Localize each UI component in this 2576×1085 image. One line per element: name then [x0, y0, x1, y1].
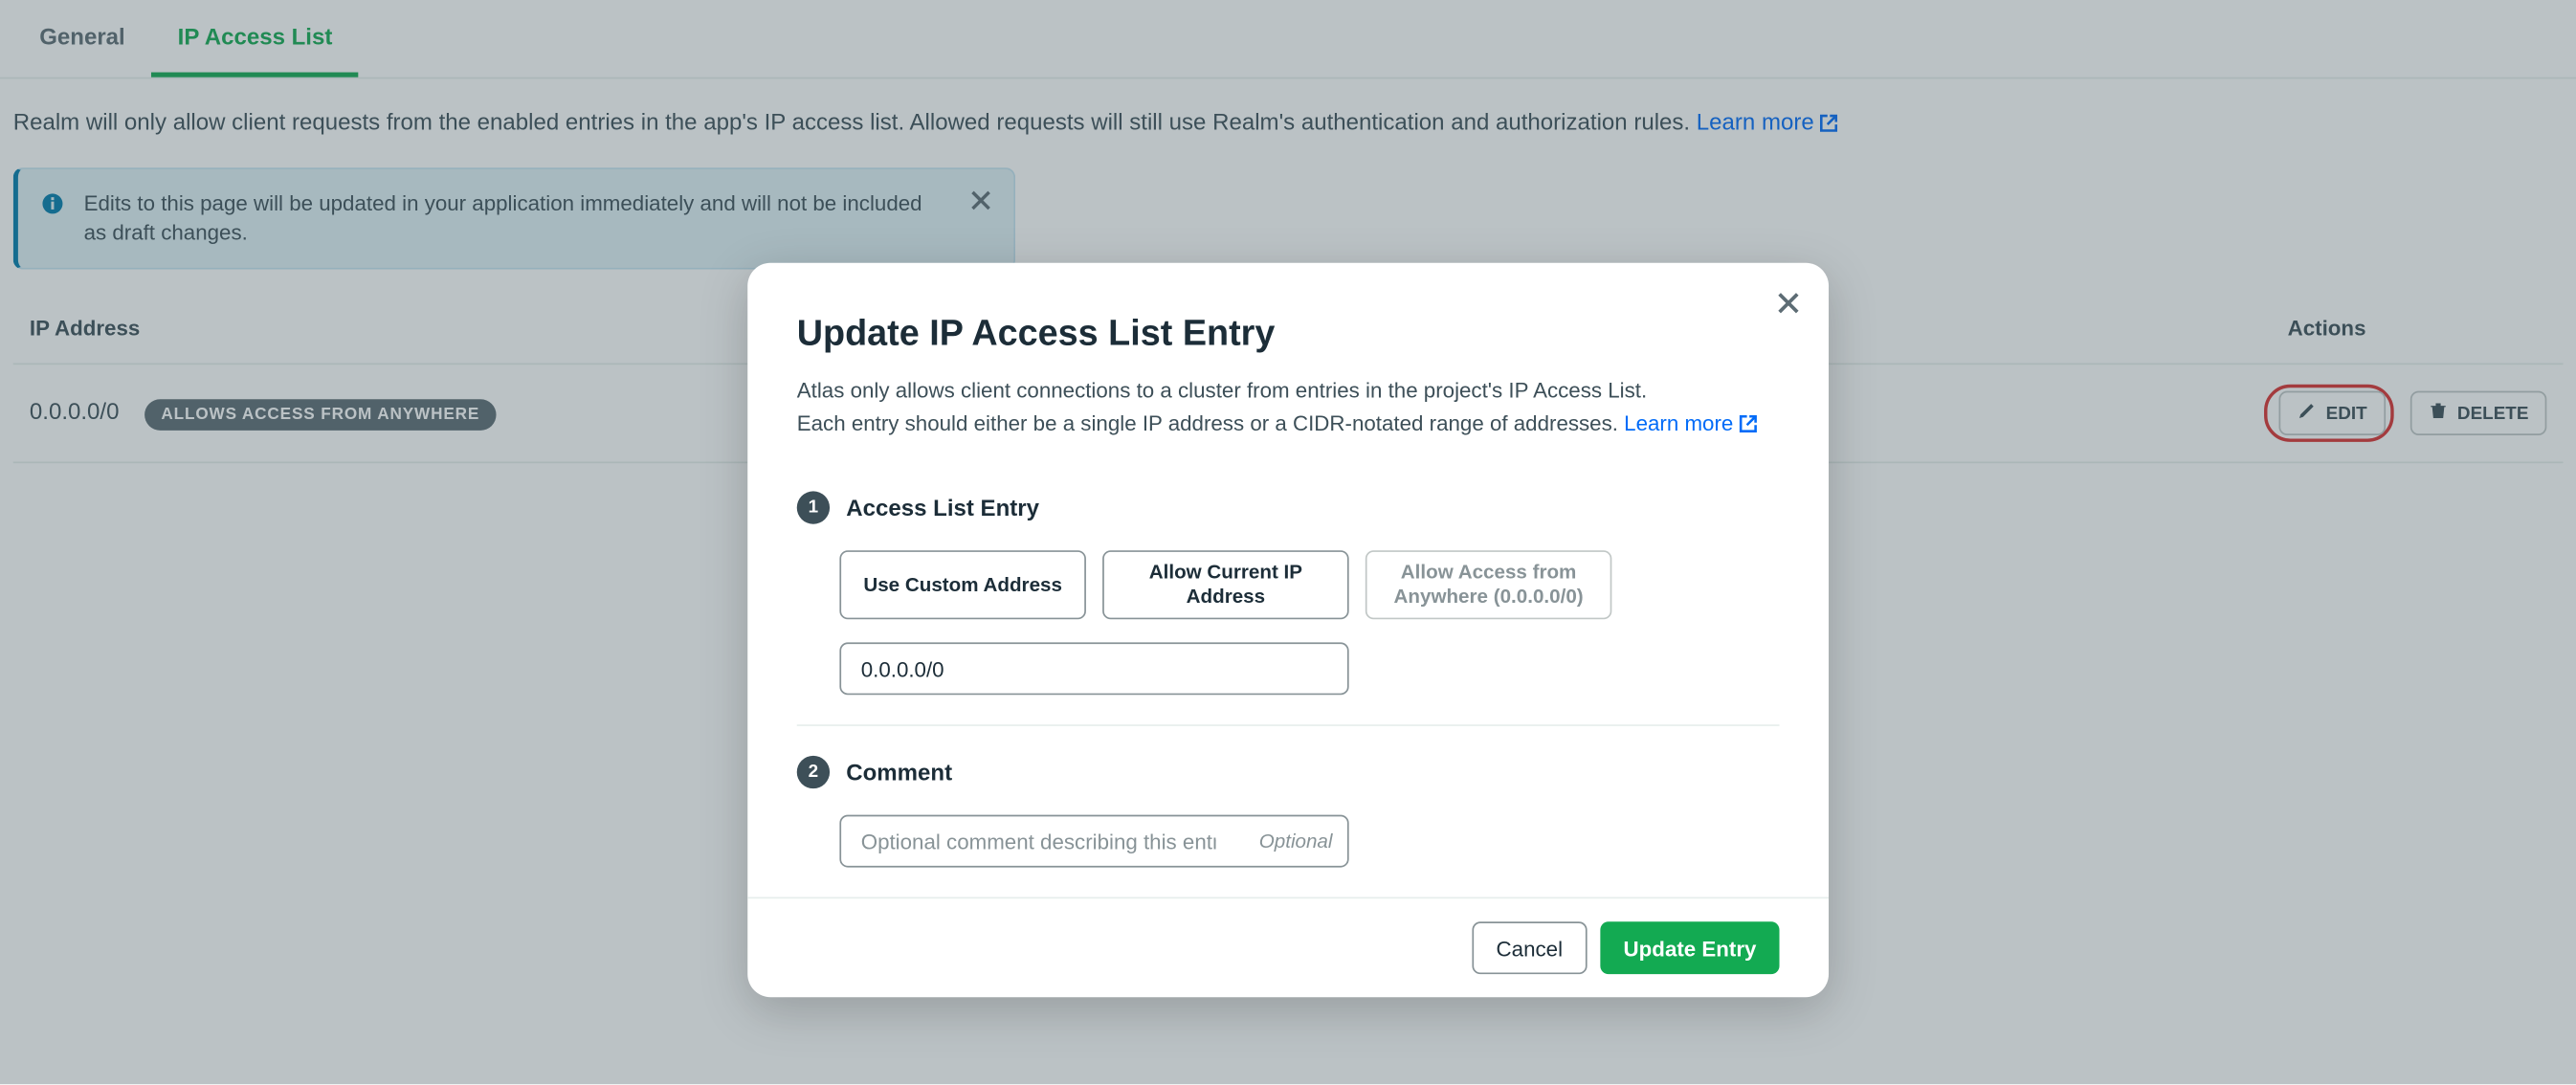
use-custom-address-button[interactable]: Use Custom Address: [839, 550, 1086, 619]
section-access-list-entry: 1 Access List Entry Use Custom Address A…: [797, 461, 1780, 724]
step1-title: Access List Entry: [846, 495, 1039, 520]
step-number-2: 2: [797, 756, 830, 788]
close-icon[interactable]: [1778, 293, 1799, 322]
modal-footer: Cancel Update Entry: [747, 897, 1829, 997]
allow-anywhere-button: Allow Access from Anywhere (0.0.0.0/0): [1366, 550, 1612, 619]
modal-title: Update IP Access List Entry: [797, 312, 1780, 355]
ip-address-input[interactable]: [839, 642, 1348, 695]
modal-overlay: Update IP Access List Entry Atlas only a…: [0, 0, 2576, 1084]
modal-description: Atlas only allows client connections to …: [797, 374, 1780, 441]
step-number-1: 1: [797, 491, 830, 523]
allow-current-ip-button[interactable]: Allow Current IP Address: [1102, 550, 1349, 619]
external-link-icon: [1738, 410, 1758, 441]
learn-more-link[interactable]: Learn more: [1624, 410, 1758, 434]
update-ip-modal: Update IP Access List Entry Atlas only a…: [747, 263, 1829, 997]
optional-label: Optional: [1259, 830, 1333, 852]
update-entry-button[interactable]: Update Entry: [1601, 921, 1780, 974]
step2-title: Comment: [846, 759, 952, 785]
cancel-button[interactable]: Cancel: [1472, 921, 1588, 974]
section-comment: 2 Comment Optional: [797, 724, 1780, 897]
